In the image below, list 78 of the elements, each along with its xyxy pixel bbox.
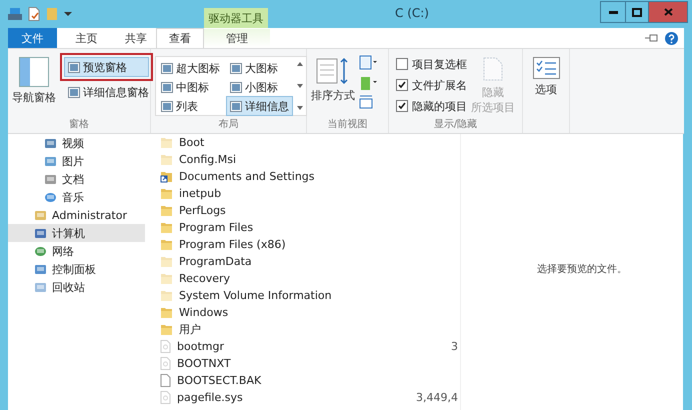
nav-item[interactable]: 文档	[8, 170, 145, 188]
file-name[interactable]: Documents and Settings	[179, 170, 460, 183]
layout-option[interactable]: 大图标	[226, 58, 293, 78]
nav-item[interactable]: Administrator	[8, 206, 145, 224]
group-label: 窗格	[68, 118, 90, 132]
minimize-icon	[608, 10, 618, 14]
file-name[interactable]: System Volume Information	[179, 289, 460, 302]
group-label: 布局	[218, 118, 240, 132]
options-list-icon	[532, 57, 560, 79]
pane-layout-icon	[19, 57, 49, 87]
file-name[interactable]: bootmgr	[177, 340, 445, 353]
scroll-up-icon[interactable]	[297, 62, 303, 66]
navigation-pane-button[interactable]: 导航窗格	[12, 53, 56, 117]
nav-item[interactable]: 回收站	[8, 278, 145, 296]
checkbox[interactable]	[396, 100, 408, 112]
file-name[interactable]: inetpub	[179, 187, 460, 200]
details-pane-button[interactable]: 详细信息窗格	[64, 82, 153, 102]
group-label: 当前视图	[326, 118, 368, 132]
explorer-icon	[8, 8, 22, 20]
file-name[interactable]: BOOTSECT.BAK	[177, 374, 460, 387]
group-label: 显示/隐藏	[432, 118, 478, 132]
layout-option[interactable]: 小图标	[226, 77, 293, 97]
ribbon-tab[interactable]: 文件	[8, 28, 57, 48]
scroll-down-icon[interactable]	[297, 84, 303, 88]
view-icon	[230, 82, 242, 92]
view-icon	[230, 100, 242, 112]
file-name[interactable]: Config.Msi	[179, 153, 460, 166]
ribbon-tab[interactable]: 查看	[156, 28, 204, 48]
page-icon	[483, 57, 503, 81]
view-icon	[161, 82, 173, 92]
sort-icon	[316, 57, 350, 85]
view-icon	[161, 62, 173, 74]
checkbox-label: 文件扩展名	[412, 78, 467, 92]
file-name[interactable]: Program Files	[179, 221, 460, 234]
help-icon[interactable]	[665, 32, 678, 44]
options-button[interactable]: 选项	[532, 53, 560, 133]
file-name[interactable]: BOOTNXT	[177, 357, 460, 370]
preview-pane-button[interactable]: 预览窗格	[64, 57, 149, 77]
file-name[interactable]: Program Files (x86)	[179, 238, 460, 251]
ribbon-tab[interactable]: 管理	[204, 28, 270, 48]
layout-option[interactable]: 超大图标	[157, 58, 224, 78]
view-icon	[161, 100, 173, 112]
nav-item[interactable]: 音乐	[8, 188, 145, 206]
expand-icon[interactable]	[297, 106, 303, 110]
nav-item[interactable]: 控制面板	[8, 260, 145, 278]
file-name[interactable]: ProgramData	[179, 255, 460, 268]
file-name[interactable]: PerfLogs	[179, 204, 460, 217]
window-title: C (C:)	[395, 6, 429, 20]
nav-item[interactable]: 视频	[8, 134, 145, 152]
file-name[interactable]: pagefile.sys	[177, 391, 410, 404]
context-tab-header: 驱动器工具	[204, 8, 268, 28]
checkbox-label: 项目复选框	[412, 56, 467, 72]
sort-by-button[interactable]: 排序方式	[311, 53, 355, 117]
view-icon	[68, 86, 80, 98]
dropdown-icon[interactable]	[64, 10, 72, 18]
nav-item[interactable]: 网络	[8, 242, 145, 260]
view-icon	[230, 62, 242, 74]
view-icon	[68, 62, 80, 72]
file-name[interactable]: Boot	[179, 136, 460, 149]
file-name[interactable]: Windows	[179, 306, 460, 319]
file-size: 3	[451, 340, 459, 353]
file-size: 3,449,4	[416, 391, 459, 404]
checkbox-label: 隐藏的项目	[412, 98, 467, 114]
file-name[interactable]: 用户	[179, 322, 460, 337]
checkbox[interactable]	[396, 79, 408, 91]
layout-option[interactable]: 列表	[157, 96, 224, 116]
layout-option[interactable]: 详细信息	[226, 96, 293, 116]
layout-option[interactable]: 中图标	[157, 77, 224, 97]
close-icon	[664, 8, 672, 16]
close-button[interactable]	[648, 2, 687, 22]
preview-message: 选择要预览的文件。	[537, 262, 627, 276]
maximize-icon	[632, 8, 642, 16]
properties-icon[interactable]	[28, 7, 40, 21]
pin-icon[interactable]	[645, 34, 659, 42]
nav-item[interactable]: 计算机	[8, 224, 145, 242]
checkbox[interactable]	[396, 58, 408, 70]
nav-item[interactable]: 图片	[8, 152, 145, 170]
file-name[interactable]: Recovery	[179, 272, 460, 285]
